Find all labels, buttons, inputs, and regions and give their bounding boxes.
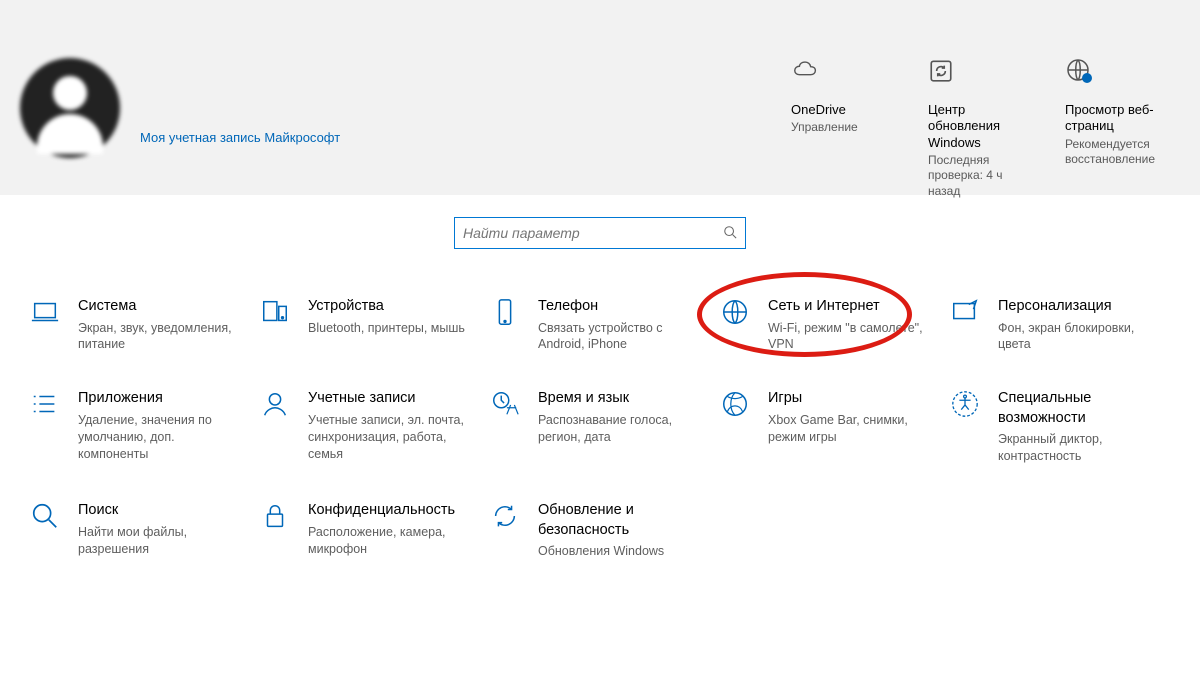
person-icon xyxy=(260,389,294,465)
brush-icon xyxy=(950,297,984,353)
accessibility-icon xyxy=(950,389,984,465)
tile-title: Приложения xyxy=(78,389,243,409)
status-title: OneDrive xyxy=(791,102,896,118)
tile-gaming[interactable]: Игры Xbox Game Bar, снимки, режим игры xyxy=(720,389,940,465)
tile-devices[interactable]: Устройства Bluetooth, принтеры, мышь xyxy=(260,297,480,353)
tile-desc: Расположение, камера, микрофон xyxy=(308,524,473,558)
tile-personalization[interactable]: Персонализация Фон, экран блокировки, цв… xyxy=(950,297,1170,353)
time-language-icon xyxy=(490,389,524,465)
search-icon[interactable] xyxy=(723,225,737,242)
laptop-icon xyxy=(30,297,64,353)
status-title: Центр обновления Windows xyxy=(928,102,1033,151)
status-title: Просмотр веб-страниц xyxy=(1065,102,1170,135)
status-sub: Управление xyxy=(791,120,896,136)
tile-accounts[interactable]: Учетные записи Учетные записи, эл. почта… xyxy=(260,389,480,465)
tile-desc: Учетные записи, эл. почта, синхронизация… xyxy=(308,412,473,463)
globe-icon xyxy=(720,297,754,353)
status-cards: OneDrive Управление Центр обновления Win… xyxy=(791,58,1170,195)
search-row xyxy=(0,195,1200,257)
user-area: Моя учетная запись Майкрософт xyxy=(20,58,340,195)
tile-update-security[interactable]: Обновление и безопасность Обновления Win… xyxy=(490,501,710,560)
header: Моя учетная запись Майкрософт OneDrive У… xyxy=(0,0,1200,195)
tile-title: Учетные записи xyxy=(308,389,473,409)
tile-ease-of-access[interactable]: Специальные возможности Экранный диктор,… xyxy=(950,389,1170,465)
sync-icon xyxy=(928,58,1033,90)
tile-title: Персонализация xyxy=(998,297,1163,317)
tile-title: Система xyxy=(78,297,243,317)
tile-time-language[interactable]: Время и язык Распознавание голоса, регио… xyxy=(490,389,710,465)
tile-desc: Распознавание голоса, регион, дата xyxy=(538,412,703,446)
tile-title: Обновление и безопасность xyxy=(538,501,710,540)
xbox-icon xyxy=(720,389,754,465)
tile-desc: Экранный диктор, контрастность xyxy=(998,431,1163,465)
avatar[interactable] xyxy=(20,58,120,158)
tile-desc: Bluetooth, принтеры, мышь xyxy=(308,320,465,337)
tile-title: Игры xyxy=(768,389,933,409)
tile-desc: Обновления Windows xyxy=(538,543,703,560)
settings-grid: Система Экран, звук, уведомления, питани… xyxy=(0,257,1200,560)
microsoft-account-link[interactable]: Моя учетная запись Майкрософт xyxy=(140,130,340,145)
tile-apps[interactable]: Приложения Удаление, значения по умолчан… xyxy=(30,389,250,465)
update-icon xyxy=(490,501,524,560)
tile-privacy[interactable]: Конфиденциальность Расположение, камера,… xyxy=(260,501,480,560)
cloud-icon xyxy=(791,58,896,90)
tile-system[interactable]: Система Экран, звук, уведомления, питани… xyxy=(30,297,250,353)
tile-title: Сеть и Интернет xyxy=(768,297,933,317)
globe-badge-icon xyxy=(1065,58,1170,90)
status-sub: Последняя проверка: 4 ч назад xyxy=(928,153,1033,200)
tile-network[interactable]: Сеть и Интернет Wi-Fi, режим "в самолете… xyxy=(720,297,940,353)
tile-title: Конфиденциальность xyxy=(308,501,473,521)
search-box[interactable] xyxy=(454,217,746,249)
tile-desc: Найти мои файлы, разрешения xyxy=(78,524,243,558)
tile-title: Специальные возможности xyxy=(998,389,1170,428)
tile-title: Телефон xyxy=(538,297,703,317)
status-sub: Рекомендуется восстановление xyxy=(1065,137,1170,168)
tile-search[interactable]: Поиск Найти мои файлы, разрешения xyxy=(30,501,250,560)
phone-icon xyxy=(490,297,524,353)
tile-phone[interactable]: Телефон Связать устройство с Android, iP… xyxy=(490,297,710,353)
status-card-browse[interactable]: Просмотр веб-страниц Рекомендуется восст… xyxy=(1065,58,1170,195)
tile-desc: Xbox Game Bar, снимки, режим игры xyxy=(768,412,933,446)
search-input[interactable] xyxy=(463,225,723,241)
search-icon xyxy=(30,501,64,560)
tile-desc: Удаление, значения по умолчанию, доп. ко… xyxy=(78,412,243,463)
tile-desc: Экран, звук, уведомления, питание xyxy=(78,320,243,354)
tile-desc: Фон, экран блокировки, цвета xyxy=(998,320,1163,354)
status-card-update[interactable]: Центр обновления Windows Последняя прове… xyxy=(928,58,1033,195)
devices-icon xyxy=(260,297,294,353)
tile-title: Поиск xyxy=(78,501,243,521)
tile-title: Устройства xyxy=(308,297,465,317)
tile-desc: Связать устройство с Android, iPhone xyxy=(538,320,703,354)
tile-desc: Wi-Fi, режим "в самолете", VPN xyxy=(768,320,933,354)
list-icon xyxy=(30,389,64,465)
lock-icon xyxy=(260,501,294,560)
tile-title: Время и язык xyxy=(538,389,703,409)
status-card-onedrive[interactable]: OneDrive Управление xyxy=(791,58,896,195)
